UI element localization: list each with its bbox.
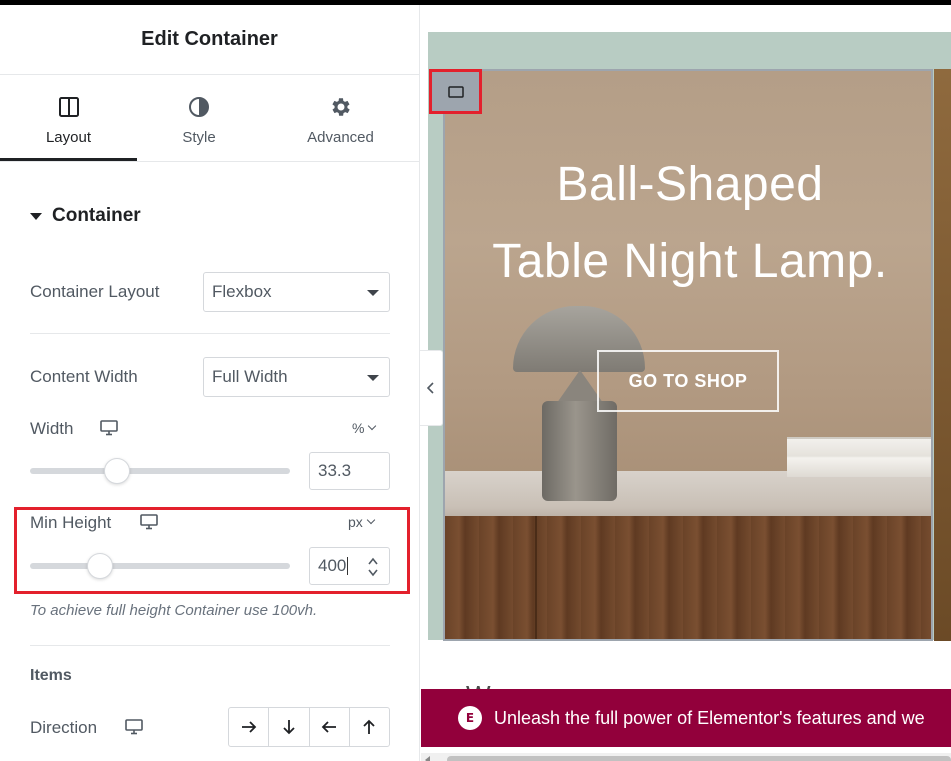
hero-heading-line-1: Ball-Shaped [556,158,824,211]
chevron-down-icon [367,375,379,381]
direction-column-reverse-button[interactable] [350,708,389,746]
go-to-shop-button[interactable]: GO TO SHOP [597,350,779,412]
min-height-value: 400 [318,556,347,575]
tab-style[interactable]: Style [137,75,261,161]
content-width-label: Content Width [30,367,138,386]
min-height-unit: px [348,514,363,530]
collapse-panel-button[interactable] [420,350,443,426]
cabinet-seam [535,516,537,639]
panel-tabs: Layout Style Advanced [0,75,419,162]
desktop-icon[interactable] [140,514,158,530]
min-height-slider-track[interactable] [30,563,290,569]
direction-row-reverse-button[interactable] [310,708,350,746]
width-slider-thumb[interactable] [103,458,130,484]
layout-columns-icon [58,97,79,117]
caret-down-icon [30,212,42,220]
panel-header: Edit Container [0,5,419,75]
divider [30,645,390,646]
lamp-base [542,401,617,501]
width-unit-select[interactable]: % [352,420,377,436]
direction-row-button[interactable] [229,708,270,746]
chevron-down-icon [368,421,377,431]
divider [30,333,390,334]
tab-layout[interactable]: Layout [0,75,137,161]
book-stack [787,437,931,477]
stepper-arrows-icon[interactable] [367,555,379,579]
wood-cabinet [445,516,931,639]
direction-column-button[interactable] [269,708,310,746]
width-label: Width [30,419,74,438]
panel-title: Edit Container [141,28,278,50]
half-circle-contrast-icon [189,97,209,117]
container-icon [447,85,464,98]
promo-banner[interactable]: E Unleash the full power of Elementor's … [421,689,951,747]
tab-layout-label: Layout [45,129,92,146]
min-height-hint: To achieve full height Container use 100… [30,602,318,619]
content-width-select[interactable]: Full Width [203,357,390,397]
tab-advanced[interactable]: Advanced [261,75,420,161]
container-section-toggle[interactable]: Container [30,205,141,227]
scroll-left-icon[interactable] [425,756,430,761]
tab-style-label: Style [182,129,216,146]
width-input[interactable]: 33.3 [309,452,390,490]
chevron-down-icon [367,290,379,296]
preview-canvas: Ball-Shaped Table Night Lamp. GO TO SHOP… [421,5,951,761]
arrow-down-icon [283,720,295,735]
content-width-value: Full Width [212,367,288,386]
hero-container[interactable]: Ball-Shaped Table Night Lamp. GO TO SHOP [443,69,933,641]
direction-label: Direction [30,718,98,737]
min-height-unit-select[interactable]: px [348,514,376,530]
items-section-title: Items [30,667,72,684]
promo-text: Unleash the full power of Elementor's fe… [494,707,925,728]
width-slider-track[interactable] [30,468,290,474]
container-layout-select[interactable]: Flexbox [203,272,390,312]
direction-control [228,707,390,747]
container-handle[interactable] [429,69,482,114]
width-unit: % [352,420,365,436]
hero-heading-line-2: Table Night Lamp. [492,235,888,288]
adjacent-container[interactable] [934,69,951,641]
elementor-logo-icon: E [458,706,482,730]
arrow-right-icon [241,721,256,733]
min-height-input[interactable]: 400 [309,547,390,585]
desktop-icon[interactable] [125,719,143,735]
gear-icon [331,98,350,116]
min-height-slider-thumb[interactable] [87,553,114,579]
min-height-label: Min Height [30,513,112,532]
chevron-down-icon [366,515,376,525]
arrow-left-icon [321,721,337,733]
chevron-left-icon [427,382,434,394]
desktop-icon[interactable] [100,420,118,436]
section-title: Container [52,205,141,226]
text-cursor [347,557,349,575]
scrollbar-thumb[interactable] [447,756,951,761]
horizontal-scrollbar[interactable] [421,753,951,761]
container-layout-label: Container Layout [30,282,160,301]
width-value: 33.3 [318,461,352,480]
container-layout-value: Flexbox [212,282,272,301]
tab-advanced-label: Advanced [307,129,374,146]
arrow-up-icon [363,719,376,734]
